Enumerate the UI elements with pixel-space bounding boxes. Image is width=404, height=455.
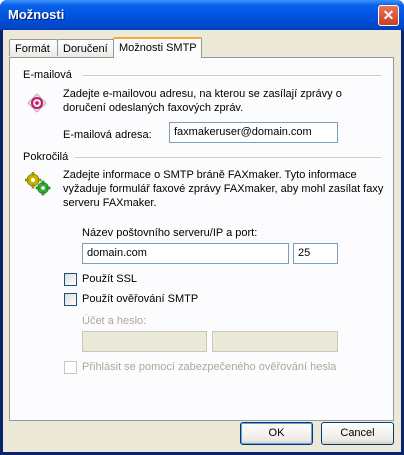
server-address-input[interactable]: domain.com [82, 243, 289, 264]
options-dialog: Možnosti ✕ Formát Doručení Možnosti SMTP… [0, 0, 404, 455]
email-section-separator [82, 75, 381, 77]
window-title: Možnosti [8, 7, 65, 22]
cancel-button[interactable]: Cancel [321, 422, 394, 445]
use-ssl-checkbox[interactable] [64, 273, 77, 286]
tab-smtp-options[interactable]: Možnosti SMTP [113, 37, 202, 58]
email-description: Zadejte e-mailovou adresu, na kterou se … [63, 88, 342, 114]
account-password-label: Účet a heslo: [82, 315, 147, 327]
advanced-section-heading: Pokročilá [23, 151, 69, 163]
use-smtp-auth-label: Použít ověřování SMTP [82, 293, 199, 305]
email-section-heading: E-mailová [23, 69, 72, 81]
email-address-input[interactable]: faxmakeruser@domain.com [169, 122, 338, 143]
port-input[interactable]: 25 [293, 243, 338, 264]
password-input[interactable] [212, 331, 338, 352]
advanced-section-separator [75, 157, 381, 159]
use-smtp-auth-checkbox[interactable] [64, 293, 77, 306]
close-button[interactable]: ✕ [378, 5, 399, 26]
secure-login-checkbox[interactable] [64, 361, 77, 374]
tab-delivery[interactable]: Doručení [57, 39, 115, 56]
advanced-description: Zadejte informace o SMTP bráně FAXmaker.… [63, 169, 384, 209]
email-icon [27, 93, 47, 113]
smtp-options-panel: E-mailová Zadejte e-mailovou adresu, na … [9, 57, 394, 421]
server-label: Název poštovního serveru/IP a port: [82, 227, 258, 239]
secure-login-label: Přihlásit se pomocí zabezpečeného ověřov… [82, 361, 337, 373]
tab-format[interactable]: Formát [9, 39, 58, 56]
title-bar[interactable]: Možnosti ✕ [0, 0, 404, 30]
ok-button[interactable]: OK [240, 422, 313, 445]
dialog-body: Formát Doručení Možnosti SMTP E-mailová … [3, 30, 401, 452]
use-ssl-label: Použít SSL [82, 273, 138, 285]
gears-icon [25, 172, 51, 196]
email-address-label: E-mailová adresa: [63, 129, 152, 141]
account-input[interactable] [82, 331, 207, 352]
